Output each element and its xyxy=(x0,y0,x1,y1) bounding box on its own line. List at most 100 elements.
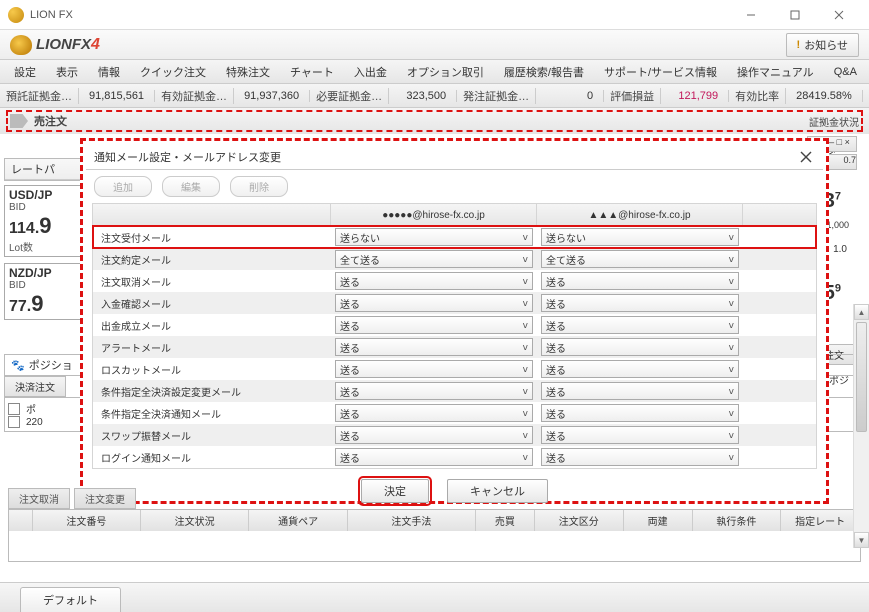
window-close-button[interactable] xyxy=(817,1,861,29)
chevron-down-icon: ⅴ xyxy=(523,254,528,265)
mail-select[interactable]: 送るⅴ xyxy=(541,316,739,334)
mail-row-8: 条件指定全決済通知メール送るⅴ送るⅴ xyxy=(93,402,816,424)
orderlist-col-4[interactable]: 注文手法 xyxy=(348,510,476,531)
menu-bar: 設定表示情報クイック注文特殊注文チャート入出金オプション取引履歴検索/報告書サポ… xyxy=(0,60,869,84)
toolbar-red-band: 売注文 証拠金状況 xyxy=(0,108,869,134)
mail-select[interactable]: 送らないⅴ xyxy=(541,228,739,246)
menu-item-7[interactable]: オプション取引 xyxy=(397,60,494,84)
dialog-toolbar-1[interactable]: 編集 xyxy=(162,176,220,197)
window-maximize-button[interactable] xyxy=(773,1,817,29)
position-row-checkbox[interactable] xyxy=(8,416,20,428)
mail-select[interactable]: 送るⅴ xyxy=(541,404,739,422)
chevron-down-icon: ⅴ xyxy=(523,276,528,287)
mail-row-label: 出金成立メール xyxy=(93,318,331,333)
dialog-toolbar-2[interactable]: 削除 xyxy=(230,176,288,197)
dialog-toolbar-0[interactable]: 追加 xyxy=(94,176,152,197)
vertical-scrollbar[interactable]: ▲ ▼ xyxy=(853,304,869,548)
footer-tab-strip: デフォルト xyxy=(0,582,869,612)
brand-bar: LIONFX4 ! お知らせ xyxy=(0,30,869,60)
notice-button[interactable]: ! お知らせ xyxy=(786,33,859,57)
menu-item-5[interactable]: チャート xyxy=(280,60,344,84)
mail-select[interactable]: 送るⅴ xyxy=(335,404,533,422)
mail-row-label: 入金確認メール xyxy=(93,296,331,311)
mail-select[interactable]: 全て送るⅴ xyxy=(541,250,739,268)
dialog-close-button[interactable] xyxy=(797,148,815,166)
mail-row-label: 注文取消メール xyxy=(93,274,331,289)
mail-row-1: 注文約定メール全て送るⅴ全て送るⅴ xyxy=(93,248,816,270)
position-col-label: ポ xyxy=(26,401,66,416)
mail-select[interactable]: 送るⅴ xyxy=(335,382,533,400)
mail-select[interactable]: 送るⅴ xyxy=(541,272,739,290)
window-title: LION FX xyxy=(30,9,729,21)
chevron-down-icon: ⅴ xyxy=(523,408,528,419)
orderlist-col-8[interactable]: 執行条件 xyxy=(693,510,782,531)
window-titlebar: LION FX xyxy=(0,0,869,30)
mail-select[interactable]: 送らないⅴ xyxy=(335,228,533,246)
mail-select[interactable]: 送るⅴ xyxy=(541,360,739,378)
mail-select[interactable]: 送るⅴ xyxy=(541,426,739,444)
mail-select[interactable]: 送るⅴ xyxy=(335,448,533,466)
mail-select[interactable]: 送るⅴ xyxy=(335,294,533,312)
lion-logo-icon xyxy=(10,35,32,55)
balance-value-2: 323,500 xyxy=(389,90,457,102)
orderlist-col-0[interactable] xyxy=(9,510,33,531)
scroll-up-button[interactable]: ▲ xyxy=(854,304,869,320)
menu-item-10[interactable]: 操作マニュアル xyxy=(727,60,824,84)
orderlist-col-1[interactable]: 注文番号 xyxy=(33,510,141,531)
redband-right-label: 証拠金状況 xyxy=(809,114,859,129)
mail-select[interactable]: 送るⅴ xyxy=(335,338,533,356)
menu-item-1[interactable]: 表示 xyxy=(46,60,88,84)
orderlist-col-9[interactable]: 指定レート xyxy=(781,510,860,531)
dialog-highlight-frame: 通知メール設定・メールアドレス変更 追加編集削除 ●●●●●@hirose-fx… xyxy=(80,138,829,504)
menu-item-6[interactable]: 入出金 xyxy=(344,60,397,84)
chevron-down-icon: ⅴ xyxy=(523,452,528,463)
mail-select[interactable]: 送るⅴ xyxy=(541,448,739,466)
chevron-down-icon: ⅴ xyxy=(729,276,734,287)
mail-select[interactable]: 送るⅴ xyxy=(335,316,533,334)
position-checkbox[interactable] xyxy=(8,403,20,415)
positions-tab[interactable]: 決済注文 xyxy=(4,376,66,397)
balance-label-0: 預託証拠金… xyxy=(0,88,79,104)
mail-row-10: ログイン通知メール送るⅴ送るⅴ xyxy=(93,446,816,468)
mail-select[interactable]: 送るⅴ xyxy=(541,294,739,312)
mail-select[interactable]: 送るⅴ xyxy=(541,338,739,356)
mail-select[interactable]: 送るⅴ xyxy=(335,426,533,444)
mail-row-label: アラートメール xyxy=(93,340,331,355)
orderlist-col-6[interactable]: 注文区分 xyxy=(535,510,624,531)
mail-select[interactable]: 送るⅴ xyxy=(335,360,533,378)
mail-row-label: 注文受付メール xyxy=(93,230,331,245)
brand-logo: LIONFX4 xyxy=(36,36,100,54)
dialog-col-email1: ●●●●●@hirose-fx.co.jp xyxy=(331,204,537,226)
mail-select[interactable]: 送るⅴ xyxy=(541,382,739,400)
orderlist-col-2[interactable]: 注文状況 xyxy=(141,510,249,531)
menu-item-3[interactable]: クイック注文 xyxy=(130,60,216,84)
scroll-down-button[interactable]: ▼ xyxy=(854,532,869,548)
mail-select[interactable]: 全て送るⅴ xyxy=(335,250,533,268)
menu-item-2[interactable]: 情報 xyxy=(88,60,130,84)
mail-row-3: 入金確認メール送るⅴ送るⅴ xyxy=(93,292,816,314)
menu-item-0[interactable]: 設定 xyxy=(4,60,46,84)
orderlist-col-5[interactable]: 売買 xyxy=(476,510,535,531)
menu-item-4[interactable]: 特殊注文 xyxy=(216,60,280,84)
mail-select[interactable]: 送るⅴ xyxy=(335,272,533,290)
menu-item-8[interactable]: 履歴検索/報告書 xyxy=(494,60,594,84)
balance-label-5: 有効比率 xyxy=(729,88,786,104)
dialog-col-blank xyxy=(93,204,331,226)
menu-item-11[interactable]: Q&A xyxy=(824,62,867,82)
orderlist-col-3[interactable]: 通貨ペア xyxy=(249,510,348,531)
balance-value-3: 0 xyxy=(536,90,604,102)
scroll-thumb[interactable] xyxy=(856,322,867,432)
arrow-icon xyxy=(10,114,28,128)
orderlist-tab-1[interactable]: 注文変更 xyxy=(74,488,136,509)
orderlist-col-7[interactable]: 両建 xyxy=(624,510,693,531)
orderlist-tab-0[interactable]: 注文取消 xyxy=(8,488,70,509)
balance-value-0: 91,815,561 xyxy=(79,90,155,102)
mail-row-label: スワップ振替メール xyxy=(93,428,331,443)
default-tab[interactable]: デフォルト xyxy=(20,587,121,612)
chevron-down-icon: ⅴ xyxy=(729,386,734,397)
chevron-down-icon: ⅴ xyxy=(729,408,734,419)
mail-row-7: 条件指定全決済設定変更メール送るⅴ送るⅴ xyxy=(93,380,816,402)
menu-item-9[interactable]: サポート/サービス情報 xyxy=(594,60,727,84)
window-minimize-button[interactable] xyxy=(729,1,773,29)
chevron-down-icon: ⅴ xyxy=(523,232,528,243)
